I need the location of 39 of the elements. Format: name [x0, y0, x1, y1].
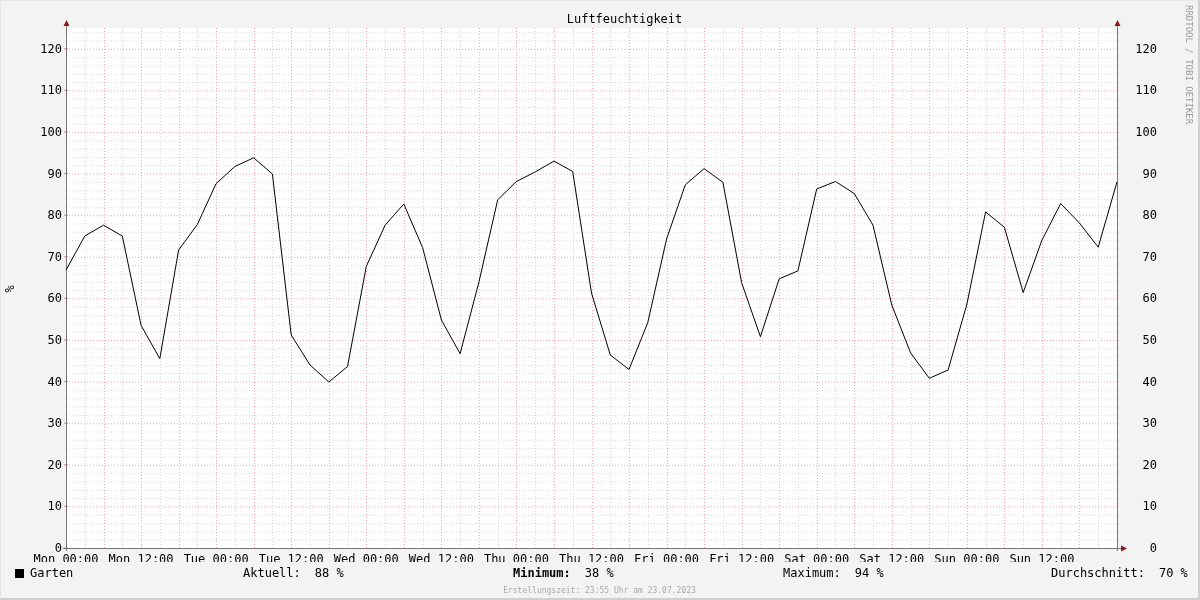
stat-value: 70 % — [1158, 566, 1188, 580]
legend-label: Garten — [30, 566, 74, 580]
y-tick-label: 120 — [40, 41, 62, 56]
y-tick-label: 0 — [54, 541, 62, 555]
chart-title: Luftfeuchtigkeit — [566, 12, 683, 26]
y-tick-label: 120 — [1135, 41, 1157, 56]
y-tick-label: 50 — [1142, 333, 1157, 347]
y-tick-label: 90 — [47, 166, 62, 181]
y-tick-label: 60 — [47, 291, 62, 306]
y-tick-label: 10 — [47, 499, 62, 514]
y-tick-label: 100 — [1135, 125, 1157, 139]
y-tick-label: 110 — [1135, 83, 1157, 98]
creation-time-text: Erstellungszeit: 23:55 Uhr am 23.07.2023 — [503, 585, 696, 595]
y-tick-label: 40 — [47, 374, 62, 389]
credit-text: RRDTOOL / TOBI OETIKER — [1184, 5, 1194, 125]
stat-label: Minimum: — [513, 566, 571, 580]
y-tick-label: 100 — [40, 125, 62, 139]
y-tick-label: 60 — [1142, 291, 1157, 306]
y-tick-label: 90 — [1142, 166, 1157, 181]
y-axis-label: % — [3, 285, 17, 293]
y-tick-label: 20 — [47, 457, 62, 472]
y-tick-label: 10 — [1142, 499, 1157, 514]
y-tick-label: 40 — [1142, 374, 1157, 389]
y-tick-label: 50 — [47, 333, 62, 347]
y-tick-label: 30 — [1142, 416, 1157, 431]
y-tick-label: 110 — [40, 83, 62, 98]
stat-label: Maximum: — [783, 566, 841, 580]
y-tick-label: 70 — [1142, 249, 1157, 264]
stat-label: Aktuell: — [243, 566, 301, 580]
y-tick-label: 80 — [47, 208, 62, 223]
y-tick-label: 0 — [1149, 541, 1157, 555]
y-tick-label: 20 — [1142, 457, 1157, 472]
y-tick-label: 70 — [47, 249, 62, 264]
stat-value: 94 % — [854, 566, 884, 580]
y-tick-label: 30 — [47, 416, 62, 431]
stat-value: 88 % — [314, 566, 344, 580]
y-tick-label: 80 — [1142, 208, 1157, 223]
stat-label: Durchschnitt: — [1051, 566, 1145, 580]
stat-value: 38 % — [584, 566, 614, 580]
